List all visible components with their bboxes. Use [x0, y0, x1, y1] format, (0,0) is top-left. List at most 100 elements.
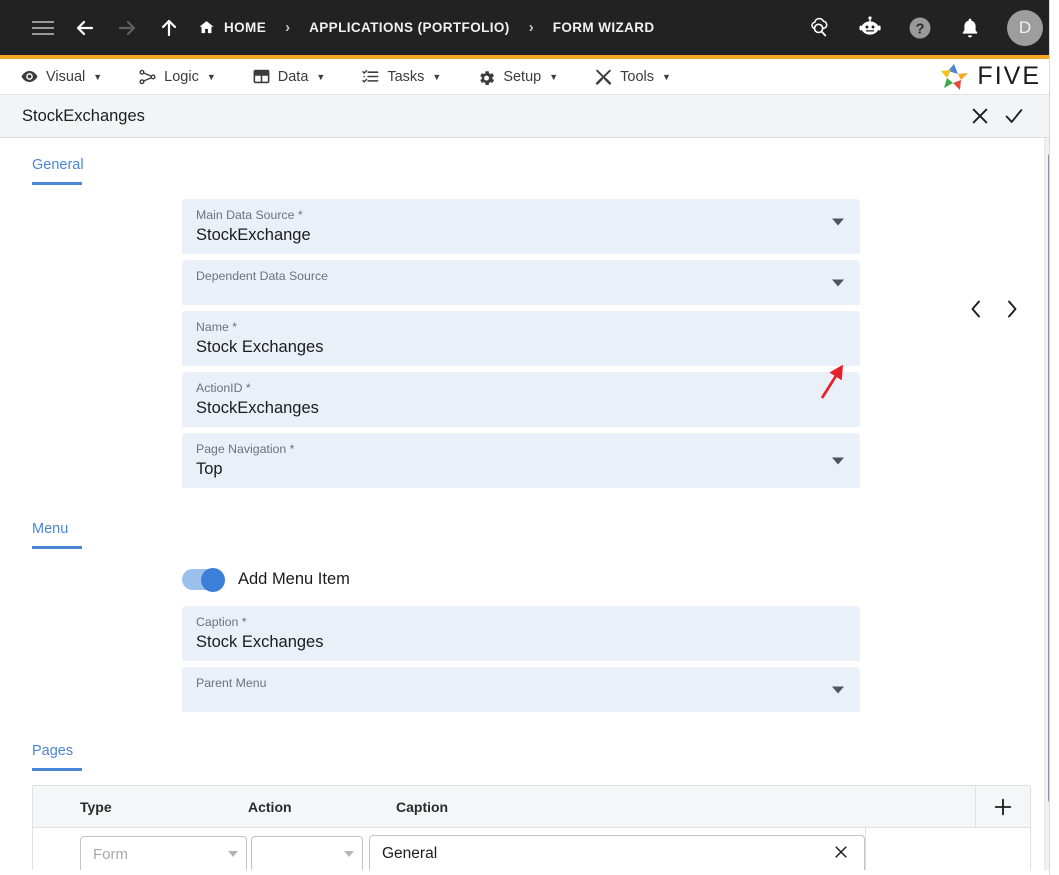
chat-bot-icon [859, 15, 881, 35]
menu-visual-label: Visual [46, 68, 86, 85]
menu-tasks-label: Tasks [387, 68, 425, 85]
column-header-caption: Caption [396, 798, 449, 815]
page-navigation-dropdown-caret[interactable] [832, 457, 844, 464]
table-icon [252, 67, 271, 86]
field-caption[interactable]: Caption * Stock Exchanges [182, 606, 860, 661]
page-type-select[interactable]: Form [80, 835, 247, 870]
menu-fields: Caption * Stock Exchanges Parent Menu [0, 606, 1059, 712]
section-pages-underline [32, 768, 82, 771]
menu-visual[interactable]: Visual ▼ [20, 67, 102, 86]
field-main-data-source[interactable]: Main Data Source * StockExchange [182, 199, 860, 254]
column-header-type: Type [80, 798, 112, 815]
field-action-id[interactable]: ActionID * StockExchanges [182, 372, 860, 427]
cloud-search-button[interactable] [803, 11, 837, 45]
close-icon [972, 108, 988, 124]
field-label: Caption * [196, 615, 247, 629]
next-record-button[interactable] [1003, 298, 1021, 320]
menu-tools[interactable]: Tools ▼ [594, 67, 671, 86]
bell-icon [962, 18, 978, 37]
breadcrumb-item-home[interactable]: HOME [198, 19, 266, 36]
chevron-left-icon [971, 300, 980, 318]
chat-bot-button[interactable] [853, 11, 887, 45]
parent-menu-dropdown-caret[interactable] [832, 686, 844, 693]
up-button[interactable] [148, 7, 190, 49]
section-pages-label[interactable]: Pages [32, 743, 73, 768]
chevron-down-icon [344, 851, 354, 857]
general-fields: Main Data Source * StockExchange Depende… [0, 199, 1059, 488]
form-content-area: General Main Data Source * StockExchange [0, 138, 1059, 870]
back-button[interactable] [64, 7, 106, 49]
field-label: Main Data Source * [196, 208, 303, 222]
section-general-underline [32, 182, 82, 185]
field-value: Stock Exchanges [196, 633, 324, 651]
menu-logic-label: Logic [164, 68, 199, 85]
chevron-right-icon [1008, 300, 1017, 318]
add-menu-item-row: Add Menu Item [0, 567, 1059, 592]
save-form-button[interactable] [997, 99, 1031, 133]
five-star-icon [941, 63, 969, 90]
chevron-down-icon: ▼ [93, 71, 103, 82]
field-page-navigation[interactable]: Page Navigation * Top [182, 433, 860, 488]
menu-data-label: Data [277, 68, 309, 85]
arrow-up-icon [161, 19, 177, 36]
breadcrumb-item-form-wizard[interactable]: FORM WIZARD [553, 20, 655, 35]
application-menu-bar: Visual ▼ Logic ▼ Data ▼ Tasks ▼ Setup ▼ … [0, 59, 1059, 95]
checklist-icon [361, 67, 380, 86]
breadcrumb-item-applications[interactable]: APPLICATIONS (PORTFOLIO) [309, 20, 510, 35]
close-form-button[interactable] [963, 99, 997, 133]
menu-setup[interactable]: Setup ▼ [477, 67, 558, 86]
top-nav-actions: ? D [803, 9, 1043, 46]
field-parent-menu[interactable]: Parent Menu [182, 667, 860, 712]
main-data-source-dropdown-caret[interactable] [832, 218, 844, 226]
page-type-value: Form [93, 845, 128, 863]
forward-button[interactable] [106, 7, 148, 49]
toggle-knob [201, 567, 225, 592]
chevron-down-icon [228, 851, 238, 857]
table-row: Form General [33, 828, 1030, 870]
field-dependent-data-source[interactable]: Dependent Data Source [182, 260, 860, 305]
notifications-button[interactable] [953, 11, 987, 45]
chevron-down-icon: ▼ [549, 71, 559, 82]
add-page-button[interactable] [975, 786, 1030, 827]
field-label: Dependent Data Source [196, 269, 328, 283]
breadcrumb: HOME › APPLICATIONS (PORTFOLIO) › FORM W… [198, 19, 655, 36]
menu-logic[interactable]: Logic ▼ [138, 67, 216, 86]
nodes-icon [138, 67, 157, 86]
page-action-select[interactable] [251, 835, 363, 870]
chevron-down-icon: ▼ [316, 71, 326, 82]
pages-table-header: Type Action Caption [33, 786, 1030, 828]
chevron-down-icon: ▼ [206, 71, 216, 82]
cell-caption: General [363, 835, 865, 870]
page-caption-input[interactable]: General [369, 835, 865, 870]
previous-record-button[interactable] [967, 298, 985, 320]
section-general-label[interactable]: General [32, 157, 84, 182]
hamburger-menu-button[interactable] [22, 7, 64, 49]
help-button[interactable]: ? [903, 11, 937, 45]
tools-icon [594, 67, 613, 86]
menu-data[interactable]: Data ▼ [252, 67, 326, 86]
top-navigation-bar: HOME › APPLICATIONS (PORTFOLIO) › FORM W… [0, 0, 1059, 55]
field-label: Name * [196, 320, 238, 334]
add-menu-item-toggle[interactable] [182, 567, 225, 592]
plus-icon [994, 798, 1012, 815]
section-pages: Pages [0, 718, 1059, 771]
menu-setup-label: Setup [503, 68, 542, 85]
arrow-right-icon [118, 20, 136, 35]
top-nav-left-group: HOME › APPLICATIONS (PORTFOLIO) › FORM W… [22, 7, 803, 49]
field-value: StockExchange [196, 226, 311, 244]
add-menu-item-label: Add Menu Item [238, 570, 350, 588]
field-label: Page Navigation * [196, 442, 295, 456]
five-logo: FIVE [939, 62, 1041, 92]
section-general: General [0, 138, 1059, 185]
section-menu-label[interactable]: Menu [32, 521, 68, 546]
chevron-down-icon: ▼ [662, 71, 671, 82]
menu-tasks[interactable]: Tasks ▼ [361, 67, 441, 86]
section-menu-underline [32, 546, 82, 549]
dependent-data-source-dropdown-caret[interactable] [832, 279, 844, 286]
hamburger-icon [32, 20, 54, 35]
window-scroll-track[interactable] [1049, 0, 1059, 875]
clear-caption-button[interactable] [826, 843, 856, 866]
user-avatar[interactable]: D [1007, 9, 1043, 46]
home-icon [199, 21, 214, 34]
field-name[interactable]: Name * Stock Exchanges [182, 311, 860, 366]
